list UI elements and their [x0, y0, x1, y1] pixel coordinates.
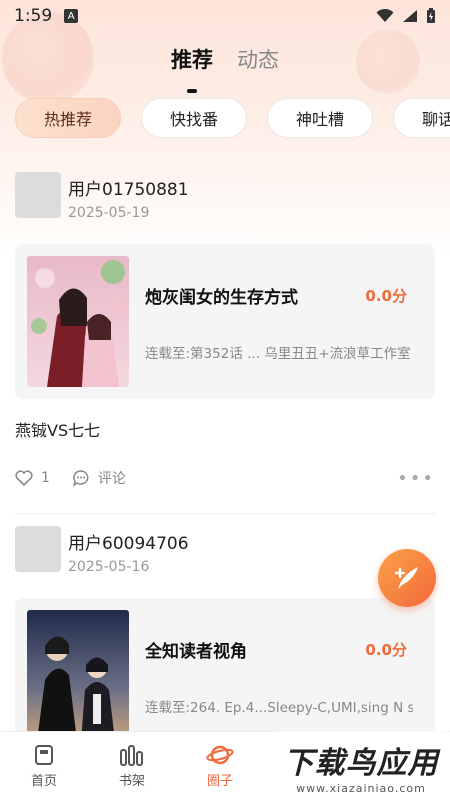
avatar[interactable]: [15, 526, 61, 572]
chip-hot[interactable]: 热推荐: [15, 98, 122, 138]
comic-score: 0.0分: [365, 641, 407, 659]
heart-icon: [15, 470, 33, 486]
comic-title: 炮灰闺女的生存方式: [145, 288, 298, 308]
compose-post-button[interactable]: [378, 549, 436, 607]
comic-meta: 连载至:第352话 ... 乌里丑丑+流浪草工作室: [145, 346, 411, 362]
chip-find[interactable]: 快找番: [141, 98, 248, 138]
tab-recommend[interactable]: 推荐: [171, 44, 213, 84]
nav-circle-label: 圈子: [206, 774, 233, 789]
bookshelf-icon: [120, 745, 143, 766]
category-chips: 热推荐 快找番 神吐槽 聊话题: [15, 98, 450, 140]
comic-cover: [27, 256, 129, 387]
chip-roast[interactable]: 神吐槽: [267, 98, 374, 138]
post-item: 用户60094706 2025-05-16 全知读者视角 0.0分 连载至:26…: [0, 514, 450, 753]
username[interactable]: 用户60094706: [68, 529, 189, 554]
comment-button[interactable]: 评论: [72, 468, 126, 488]
post-user-info: 用户60094706 2025-05-16: [68, 526, 189, 575]
battery-icon: [427, 8, 435, 23]
notification-a-icon: A: [64, 9, 79, 23]
avatar[interactable]: [15, 172, 61, 218]
top-tab-bar: 推荐 动态: [0, 44, 450, 84]
quill-icon: [394, 567, 418, 589]
post-user-info: 用户01750881 2025-05-19: [68, 172, 189, 221]
status-icons: [376, 8, 436, 24]
comic-title: 全知读者视角: [145, 642, 247, 662]
site-watermark: 下载鸟应用 www.xiazainiao.com: [276, 731, 446, 801]
post-actions: 1 评论 •••: [15, 453, 435, 503]
comment-icon: [72, 470, 89, 487]
comic-cover: [27, 610, 129, 741]
nav-bookshelf-label: 书架: [118, 774, 145, 789]
home-icon: [35, 745, 53, 765]
like-button[interactable]: 1: [15, 470, 50, 486]
comic-card[interactable]: 炮灰闺女的生存方式 0.0分 连载至:第352话 ... 乌里丑丑+流浪草工作室: [15, 244, 435, 399]
post-header: 用户60094706 2025-05-16: [15, 526, 435, 584]
status-time: 1:59: [14, 6, 53, 26]
watermark-url: www.xiazainiao.com: [296, 781, 426, 795]
post-feed: 用户01750881 2025-05-19 炮灰闺女的生存方式 0.0分 连载至…: [0, 160, 450, 753]
post-text: 燕铖VS七七: [15, 421, 101, 440]
post-header: 用户01750881 2025-05-19: [15, 172, 435, 230]
post-date: 2025-05-19: [68, 205, 150, 221]
nav-home[interactable]: 首页: [0, 732, 88, 801]
comment-label: 评论: [97, 471, 126, 487]
chip-topic[interactable]: 聊话题: [393, 98, 450, 138]
like-count: 1: [41, 470, 50, 486]
nav-home-label: 首页: [30, 774, 57, 789]
username[interactable]: 用户01750881: [68, 175, 189, 200]
cell-signal-icon: [403, 10, 417, 22]
nav-bookshelf[interactable]: 书架: [88, 732, 176, 801]
wifi-icon: [376, 9, 394, 22]
post-date: 2025-05-16: [68, 559, 150, 575]
comic-meta: 连载至:264. Ep.4...Sleepy-C,UMI,sing N song: [145, 700, 413, 716]
comic-info: 炮灰闺女的生存方式 0.0分 连载至:第352话 ... 乌里丑丑+流浪草工作室: [145, 256, 423, 387]
watermark-text: 下载鸟应用: [283, 745, 439, 781]
comic-score: 0.0分: [365, 287, 407, 305]
post-item: 用户01750881 2025-05-19 炮灰闺女的生存方式 0.0分 连载至…: [0, 160, 450, 514]
comic-info: 全知读者视角 0.0分 连载至:264. Ep.4...Sleepy-C,UMI…: [145, 610, 423, 741]
more-options-icon[interactable]: •••: [397, 468, 435, 489]
tab-feed[interactable]: 动态: [237, 44, 279, 84]
nav-circle[interactable]: 圈子: [176, 732, 264, 801]
comic-card[interactable]: 全知读者视角 0.0分 连载至:264. Ep.4...Sleepy-C,UMI…: [15, 598, 435, 753]
status-bar: 1:59 A: [0, 0, 450, 32]
planet-icon: [206, 745, 234, 765]
